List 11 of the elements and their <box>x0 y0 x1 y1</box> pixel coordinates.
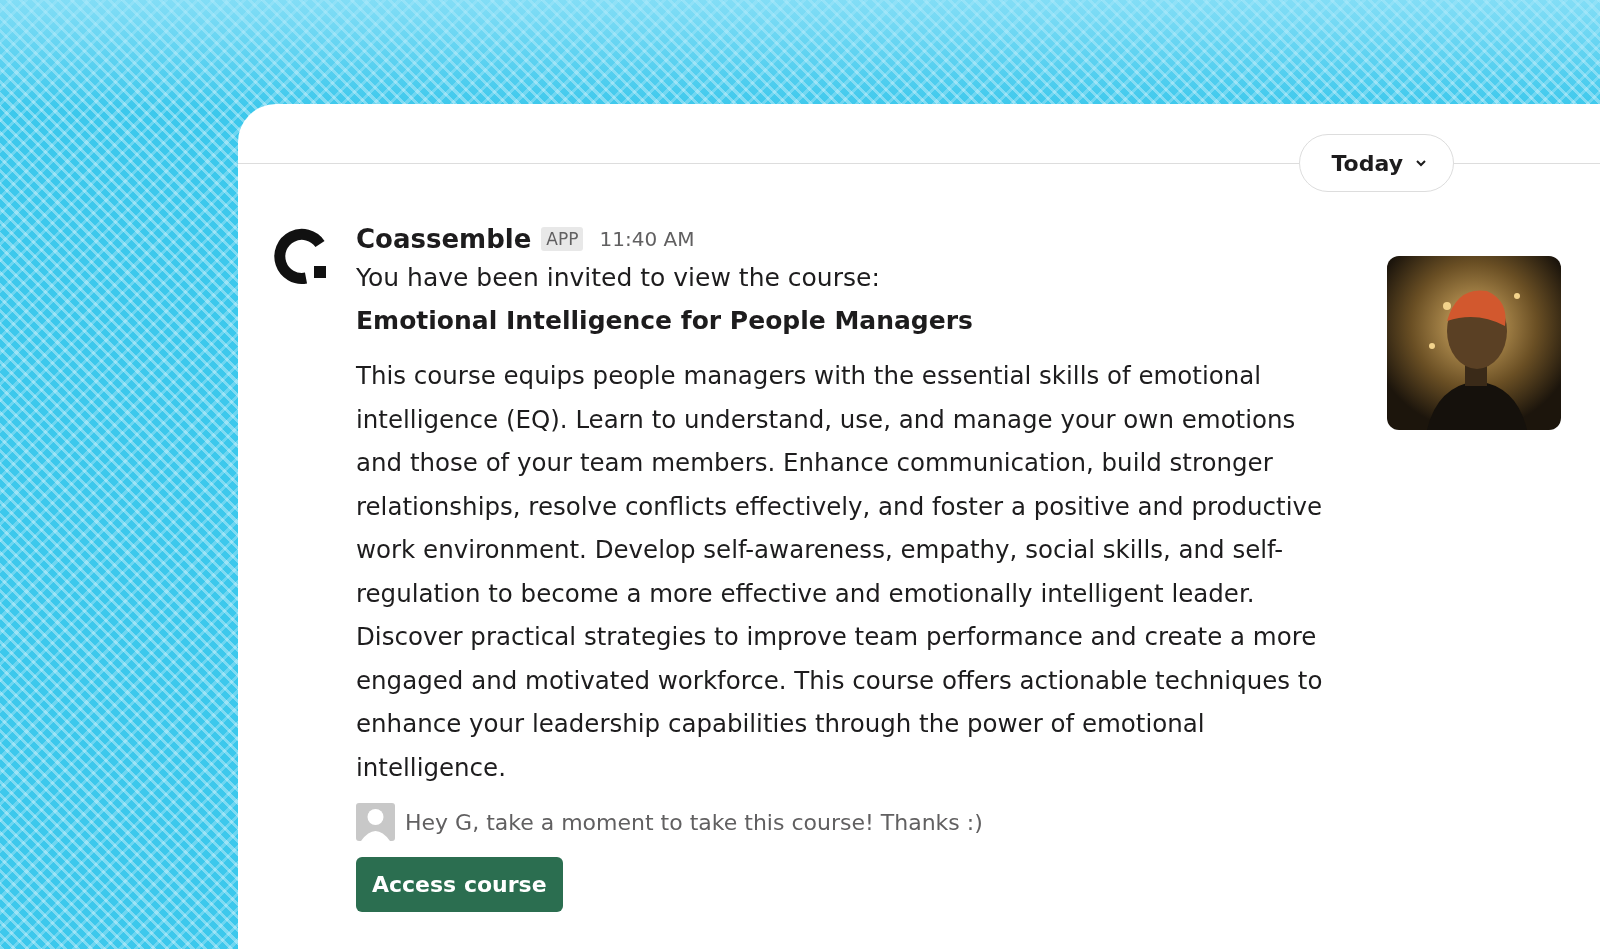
user-avatar-icon <box>356 803 395 841</box>
invite-text: You have been invited to view the course: <box>356 262 881 294</box>
date-divider-button[interactable]: Today <box>1298 134 1454 192</box>
chevron-down-icon <box>1415 159 1427 167</box>
sender-name: Coassemble <box>356 224 532 254</box>
course-title: Emotional Intelligence for People Managers <box>356 305 974 337</box>
message-time: 11:40 AM <box>599 227 695 251</box>
course-description: This course equips people managers with the essential skills of emotional intelligence (EQ). Learn to understand, use, and manage your own emotions and those of your team members. Enhance communication, build stronger relationships, resolve conflicts effectively, and foster a positive and productive work environment. Develop self-awareness, empathy, social skills, and self-regulation to become a more effective and emotionally intelligent leader. Discover practical strategies to improve team performance and create a more engaged and motivated workforce. This course offers actionable techniques to enhance your leadership capabilities through the power of emotional intelligence. <box>356 360 1324 784</box>
note-text: Hey G, take a moment to take this course! Thanks :) <box>405 809 983 835</box>
access-course-button[interactable]: Access course <box>356 857 563 912</box>
app-badge: APP <box>541 227 584 251</box>
